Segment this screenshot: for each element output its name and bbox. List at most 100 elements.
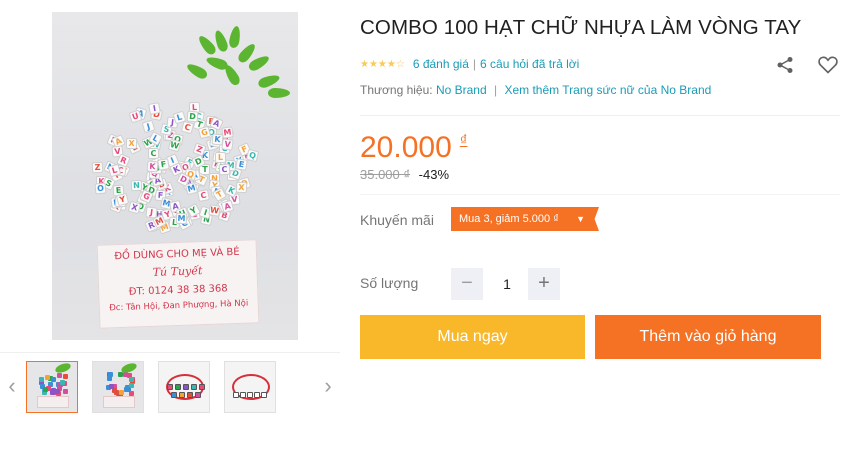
original-price: 35.000 ₫ (360, 167, 411, 182)
bead-decoration (233, 392, 239, 398)
bead-decoration: M (176, 212, 188, 224)
leaf-decoration (222, 62, 242, 88)
bead-decoration: A (220, 199, 234, 214)
product-main-image[interactable]: ZMFJOHIMETEVNODQOAZCKLBFYKJLATUUHZSXWQNK… (52, 12, 298, 340)
bead-decoration: C (180, 121, 195, 135)
brand-link[interactable]: No Brand (436, 83, 487, 97)
bead-decoration: K (146, 160, 159, 173)
quantity-increase-button[interactable]: + (528, 268, 560, 300)
product-actions (776, 56, 838, 79)
currency-symbol: ₫ (459, 132, 468, 149)
card-line-1: ĐỒ DÙNG CHO MẸ VÀ BÉ (114, 246, 240, 263)
bead-decoration (119, 389, 125, 395)
chevron-left-icon[interactable]: ‹ (4, 375, 20, 399)
bead-decoration (179, 392, 185, 398)
bead-decoration (108, 383, 114, 389)
leaf-decoration (268, 88, 290, 98)
promotion-label: Khuyến mãi (360, 212, 434, 228)
chevron-right-icon[interactable]: › (320, 375, 336, 399)
share-icon[interactable] (776, 56, 794, 79)
promotion-tag[interactable]: Mua 3, giảm 5.000 ₫ ▼ (451, 207, 599, 231)
leaf-decoration (54, 362, 72, 375)
bead-decoration: O (94, 182, 107, 195)
bead-decoration: U (128, 109, 142, 124)
bead-decoration: K (211, 133, 224, 146)
bead-decoration: D (186, 111, 199, 123)
bead-decoration (199, 384, 205, 390)
rating-stars-icon: ★★★★☆ (360, 58, 405, 70)
bead-decoration: F (157, 157, 170, 171)
bead-decoration (111, 388, 117, 394)
bead-decoration (124, 386, 130, 392)
discount-badge: -43% (418, 167, 450, 182)
thumbnail-3[interactable] (158, 361, 210, 413)
label-card-decoration (37, 396, 69, 408)
thumbnail-2[interactable] (92, 361, 144, 413)
bead-decoration (60, 379, 66, 385)
bead-decoration: Y (115, 192, 129, 206)
bead-decoration: Z (91, 162, 104, 174)
card-line-4: Đc: Tân Hội, Đan Phượng, Hà Nội (109, 298, 249, 314)
bead-decoration: N (130, 179, 143, 192)
bead-decoration (39, 377, 45, 383)
bead-decoration (107, 372, 113, 378)
bead-decoration (50, 376, 56, 382)
bead-decoration (187, 392, 193, 398)
quantity-decrease-button[interactable]: − (451, 268, 483, 300)
caret-down-icon: ▼ (576, 214, 585, 224)
bead-decoration (55, 388, 61, 394)
quantity-label: Số lượng (360, 275, 419, 291)
leaf-decoration (228, 25, 242, 49)
brand-row: Thương hiệu: No Brand | Xem thêm Trang s… (360, 83, 711, 97)
buy-now-button[interactable]: Mua ngay (360, 315, 585, 359)
heart-icon[interactable] (818, 56, 838, 79)
questions-link[interactable]: 6 câu hỏi đã trả lời (480, 57, 579, 71)
bead-decoration (254, 392, 260, 398)
bead-decoration (261, 392, 267, 398)
bead-decoration: I (148, 102, 162, 116)
bead-decoration (56, 373, 62, 379)
quantity-input[interactable] (487, 270, 527, 298)
bead-decoration (175, 384, 181, 390)
thumbnail-4[interactable] (224, 361, 276, 413)
current-price: 20.000 ₫ (360, 131, 467, 165)
separator: | (494, 83, 498, 97)
bead-decoration (195, 392, 201, 398)
bead-decoration: V (221, 137, 234, 151)
more-from-brand-link[interactable]: Xem thêm Trang sức nữ của No Brand (504, 83, 711, 97)
card-line-3: ĐT: 0124 38 38 368 (128, 283, 228, 298)
bead-decoration: C (218, 163, 231, 175)
bead-decoration (240, 392, 246, 398)
bead-decoration (45, 374, 51, 380)
leaf-decoration (184, 61, 210, 81)
bead-decoration (63, 389, 69, 394)
bead-decoration (62, 374, 68, 380)
rating-row: ★★★★☆ 6 đánh giá | 6 câu hỏi đã trả lời (360, 57, 579, 71)
label-card-decoration (103, 396, 135, 408)
promotion-text: Mua 3, giảm 5.000 ₫ (459, 213, 559, 225)
divider (360, 115, 840, 116)
bead-decoration (51, 388, 57, 394)
thumbnail-1[interactable] (26, 361, 78, 413)
bead-decoration: X (125, 137, 138, 149)
bead-decoration (106, 376, 112, 382)
brand-label: Thương hiệu: (360, 83, 433, 97)
bead-decoration: L (214, 152, 226, 164)
bead-decoration (183, 384, 189, 390)
bead-decoration (191, 384, 197, 390)
divider (360, 194, 840, 195)
add-to-cart-button[interactable]: Thêm vào giỏ hàng (595, 315, 821, 359)
card-line-2: Tú Tuyết (152, 264, 203, 279)
bead-decoration: W (208, 204, 221, 217)
separator: | (472, 57, 477, 71)
leaf-decoration (256, 72, 282, 90)
product-label-card: ĐỒ DÙNG CHO MẸ VÀ BÉ Tú Tuyết ĐT: 0124 3… (96, 239, 260, 329)
bead-decoration (247, 392, 253, 398)
bead-decoration: C (197, 189, 211, 203)
bead-decoration: W (167, 138, 181, 152)
bead-decoration (129, 376, 135, 382)
reviews-link[interactable]: 6 đánh giá (413, 57, 469, 71)
price-value: 20.000 (360, 131, 452, 164)
bead-decoration (171, 392, 177, 398)
original-price-row: 35.000 ₫ -43% (360, 167, 449, 182)
